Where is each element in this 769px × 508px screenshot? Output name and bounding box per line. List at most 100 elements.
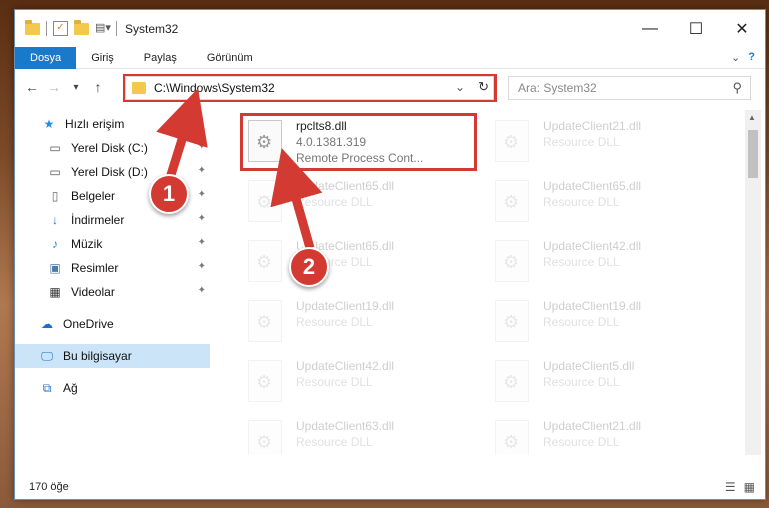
tiles-view-icon[interactable]: ▦ [744,480,755,494]
window-title: System32 [125,21,179,36]
dll-file-icon [495,120,529,162]
forward-arrow-icon[interactable]: → [43,79,65,95]
pin-icon[interactable]: ✦ [198,261,206,272]
window-controls: — ☐ ✕ [627,10,765,47]
list-item[interactable]: UpdateClient21.dll Resource DLL [495,118,725,170]
sidebar-item-videos[interactable]: ▦ Videolar ✦ [15,280,210,304]
address-path[interactable]: C:\Windows\System32 [154,81,275,95]
file-name: UpdateClient42.dll [296,359,395,373]
computer-icon: 🖵 [41,348,53,363]
customize-toolbar-icon[interactable]: ▤▾ [95,21,111,36]
ribbon-controls: ⌄ ? [731,51,755,64]
list-item[interactable]: UpdateClient42.dll Resource DLL [495,238,725,290]
address-bar[interactable]: C:\Windows\System32 ⌄ ↻ [125,76,494,100]
file-name: UpdateClient65.dll [543,179,642,193]
tab-file[interactable]: Dosya [15,46,77,69]
search-input[interactable]: Ara: System32 ⚲ [508,76,751,100]
pin-icon[interactable]: ✦ [198,165,206,176]
folder-icon [132,82,146,94]
file-name: UpdateClient63.dll [296,419,395,433]
details-view-icon[interactable]: ☰ [725,480,736,494]
dll-file-icon [248,420,282,455]
file-description: Resource DLL [543,135,620,149]
pin-icon[interactable]: ✦ [198,189,206,200]
dll-file-icon [248,300,282,342]
sidebar-item-this-pc[interactable]: 🖵 Bu bilgisayar [15,344,210,368]
pin-icon[interactable]: ✦ [198,213,206,224]
file-description: Resource DLL [543,195,620,209]
dll-file-icon [495,420,529,455]
title-bar: ✓ ▤▾ System32 — ☐ ✕ [15,10,765,47]
music-icon: ♪ [52,237,58,251]
sidebar-item-quick-access[interactable]: ★ Hızlı erişim [15,112,210,136]
file-name: UpdateClient42.dll [543,239,642,253]
dll-file-icon [495,300,529,342]
sidebar-item-label: Belgeler [71,189,116,203]
tab-home[interactable]: Giriş [76,47,129,69]
divider [46,21,47,36]
sidebar-item-network[interactable]: ⧉ Ağ [15,376,210,400]
pin-icon[interactable]: ✦ [198,285,206,296]
sidebar-item-label: Bu bilgisayar [63,349,132,363]
dll-file-icon [248,180,282,222]
pin-icon[interactable]: ✦ [198,141,206,152]
file-description: Resource DLL [543,375,620,389]
list-item[interactable]: UpdateClient19.dll Resource DLL [495,298,725,350]
minimize-button[interactable]: — [627,10,673,47]
chevron-down-icon[interactable]: ⌄ [731,51,740,64]
file-name: UpdateClient19.dll [296,299,395,313]
file-item-rpclts8[interactable]: rpclts8.dll 4.0.1381.319 Remote Process … [248,118,478,170]
back-arrow-icon[interactable]: ← [21,79,43,95]
scroll-thumb[interactable] [748,130,758,178]
file-name: UpdateClient5.dll [543,359,635,373]
status-bar: 170 öğe ☰ ▦ [15,475,765,499]
up-arrow-icon[interactable]: ↑ [87,79,109,95]
refresh-icon[interactable]: ↻ [478,79,489,95]
videos-icon: ▦ [49,285,61,299]
ribbon-tabs: Dosya Giriş Paylaş Görünüm ⌄ ? [15,46,765,69]
pin-icon[interactable]: ✦ [198,237,206,248]
search-icon[interactable]: ⚲ [732,80,742,96]
properties-icon[interactable]: ✓ [53,21,68,36]
dll-file-icon [495,240,529,282]
file-description: Resource DLL [296,195,373,209]
recent-locations-icon[interactable]: ▾ [65,82,87,93]
sidebar-item-label: Ağ [63,381,78,395]
documents-icon: ▯ [51,189,59,203]
tab-share[interactable]: Paylaş [129,47,192,69]
dll-file-icon [495,180,529,222]
list-item[interactable]: UpdateClient19.dll Resource DLL [248,298,478,350]
sidebar-item-onedrive[interactable]: ☁ OneDrive [15,312,210,336]
sidebar-item-pictures[interactable]: ▣ Resimler ✦ [15,256,210,280]
cloud-icon: ☁ [41,317,53,331]
file-name: rpclts8.dll [296,119,347,133]
list-item[interactable]: UpdateClient63.dll Resource DLL [248,418,478,455]
explorer-window: ✓ ▤▾ System32 — ☐ ✕ Dosya Giriş Paylaş G… [14,9,766,500]
dll-file-icon [248,360,282,402]
sidebar-item-label: Müzik [71,237,103,251]
pictures-icon: ▣ [49,261,61,275]
new-folder-icon[interactable] [74,19,89,35]
sidebar-item-music[interactable]: ♪ Müzik ✦ [15,232,210,256]
vertical-scrollbar[interactable]: ▲ [745,110,761,455]
file-description: Resource DLL [296,375,373,389]
tab-view[interactable]: Görünüm [192,47,268,69]
scroll-up-icon[interactable]: ▲ [748,113,756,122]
close-button[interactable]: ✕ [719,10,765,47]
chevron-down-icon[interactable]: ⌄ [455,80,465,94]
search-placeholder: Ara: System32 [518,81,597,95]
sidebar-item-label: Yerel Disk (D:) [71,165,148,179]
list-item[interactable]: UpdateClient65.dllResource DLL [248,178,478,230]
navigation-pane: ★ Hızlı erişim ▭ Yerel Disk (C:) ✦ ▭ Yer… [15,110,211,455]
list-item[interactable]: UpdateClient65.dll Resource DLL [495,178,725,230]
sidebar-item-label: İndirmeler [71,213,125,227]
list-item[interactable]: UpdateClient42.dll Resource DLL [248,358,478,410]
list-item[interactable]: UpdateClient21.dll Resource DLL [495,418,725,455]
sidebar-item-downloads[interactable]: ↓ İndirmeler ✦ [15,208,210,232]
sidebar-item-disk-c[interactable]: ▭ Yerel Disk (C:) ✦ [15,136,210,160]
list-item[interactable]: UpdateClient5.dll Resource DLL [495,358,725,410]
help-icon[interactable]: ? [748,51,755,64]
divider [116,21,117,36]
maximize-button[interactable]: ☐ [673,10,719,47]
list-item[interactable]: UpdateClient65.dllResource DLL [248,238,478,290]
